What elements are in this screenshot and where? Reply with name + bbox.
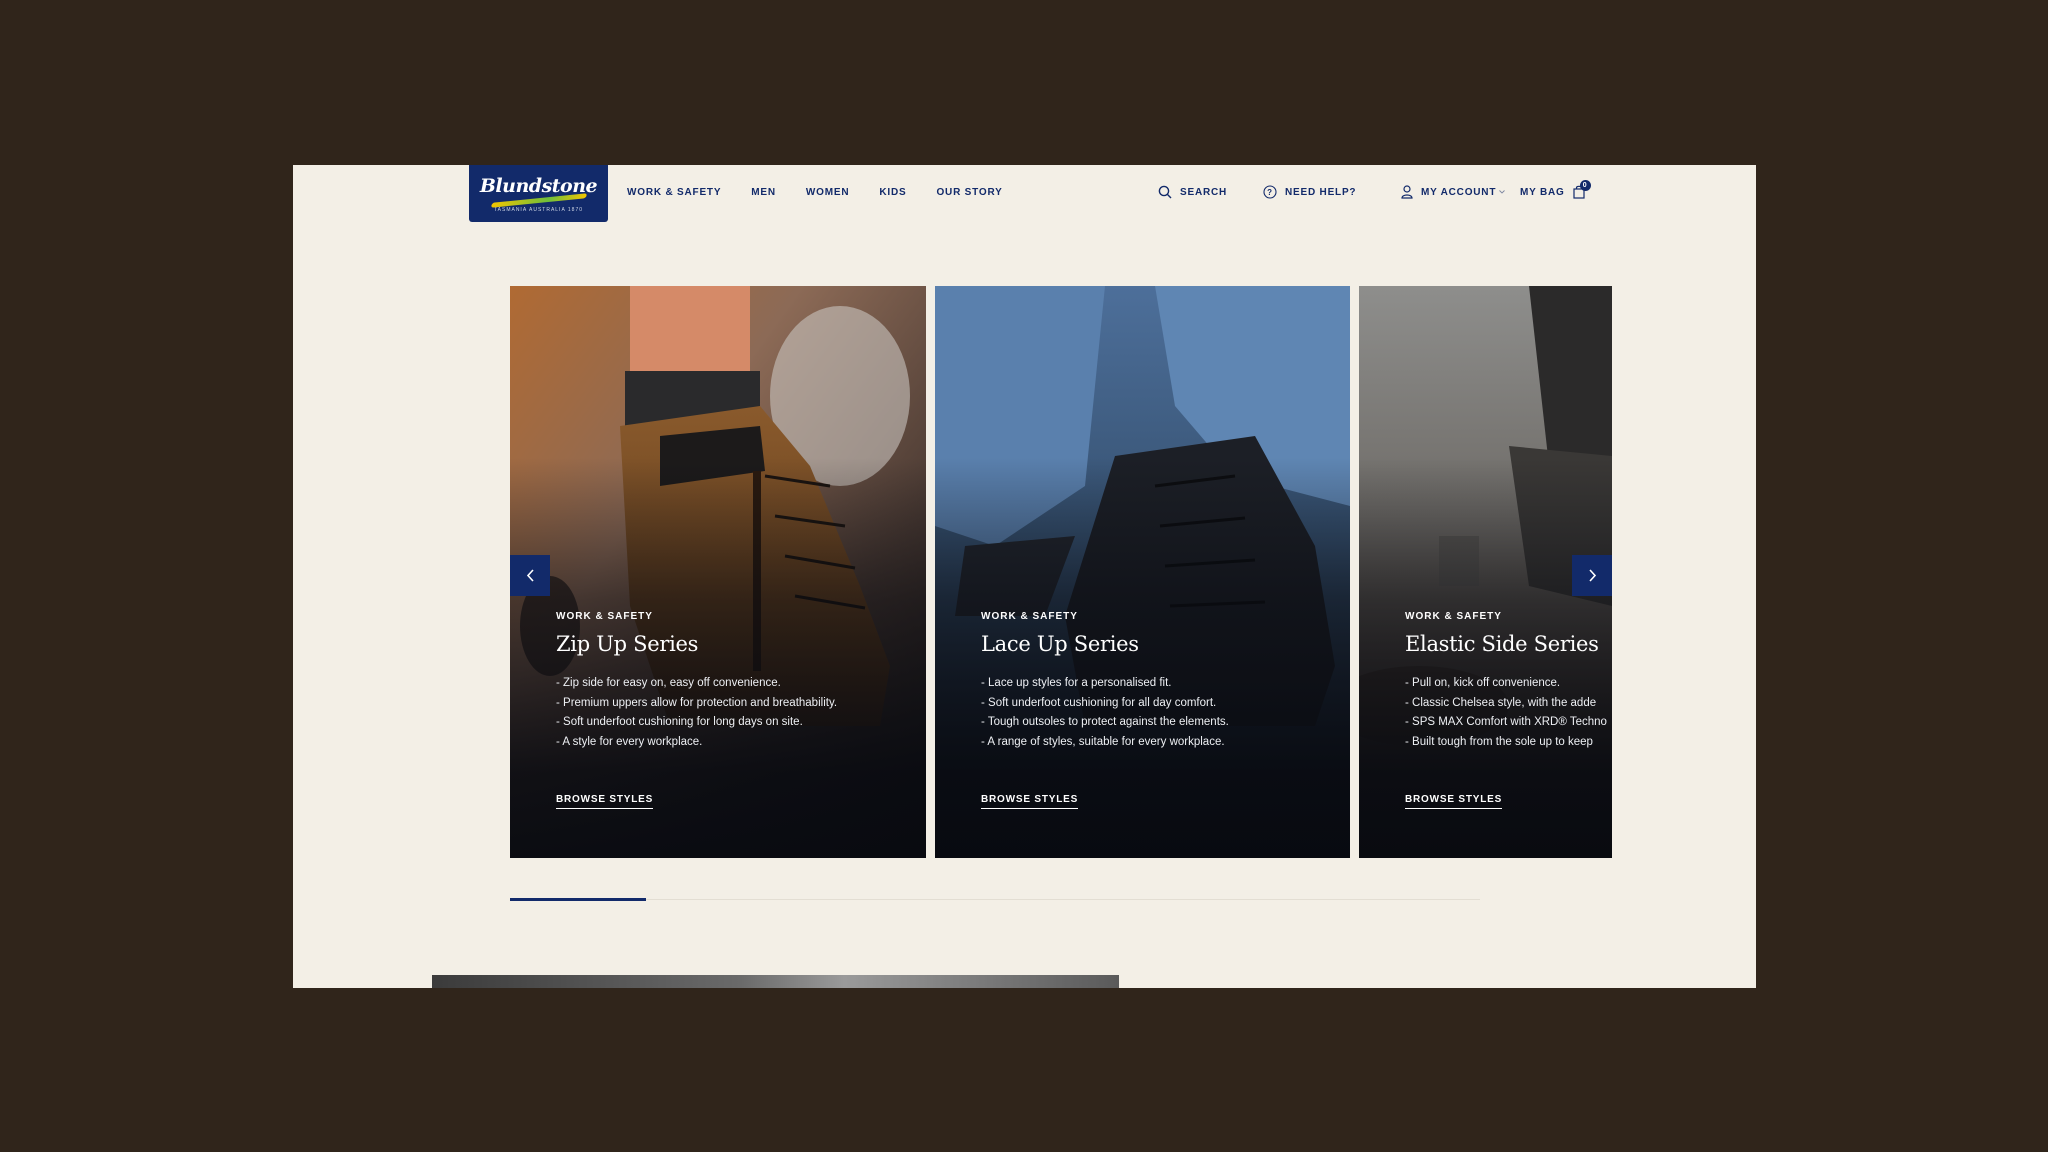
card-bullet: - Soft underfoot cushioning for long day…	[556, 716, 803, 728]
card-bullet: - Built tough from the sole up to keep	[1405, 735, 1593, 748]
carousel-card-lace-up[interactable]: WORK & SAFETY Lace Up Series - Lace up s…	[935, 286, 1350, 858]
card-gradient-overlay	[935, 286, 1350, 858]
card-text-block: WORK & SAFETY Zip Up Series - Zip side f…	[556, 611, 926, 752]
card-bullet: - SPS MAX Comfort with XRD® Techno	[1405, 716, 1607, 728]
carousel-progress-track[interactable]	[510, 898, 1480, 901]
user-icon	[1401, 185, 1413, 199]
card-text-block: WORK & SAFETY Lace Up Series - Lace up s…	[981, 611, 1350, 752]
browse-styles-link[interactable]: BROWSE STYLES	[981, 794, 1079, 809]
chevron-right-icon	[1588, 569, 1596, 582]
need-help-label: NEED HELP?	[1285, 186, 1357, 198]
card-bullet: - Premium uppers allow for protection an…	[556, 696, 838, 709]
carousel-card-zip-up[interactable]: WORK & SAFETY Zip Up Series - Zip side f…	[510, 286, 926, 858]
chevron-down-icon	[1499, 190, 1506, 194]
my-account-label: MY ACCOUNT	[1421, 186, 1497, 198]
card-bullets: - Lace up styles for a personalised fit.…	[981, 674, 1350, 752]
my-account-button[interactable]: MY ACCOUNT	[1401, 185, 1506, 199]
carousel-progress-fill	[510, 898, 646, 901]
card-bullet: - Pull on, kick off convenience.	[1405, 677, 1561, 689]
card-kicker: WORK & SAFETY	[981, 611, 1078, 622]
card-bullet: - Classic Chelsea style, with the adde	[1405, 696, 1597, 709]
search-icon	[1158, 185, 1172, 199]
card-title: Zip Up Series	[556, 632, 699, 656]
card-bullet: - Lace up styles for a personalised fit.	[981, 677, 1172, 689]
browse-styles-link[interactable]: BROWSE STYLES	[1405, 794, 1503, 809]
my-bag-button[interactable]: MY BAG 0	[1520, 180, 1591, 199]
browse-styles-link[interactable]: BROWSE STYLES	[556, 794, 654, 809]
carousel-prev-button[interactable]	[510, 555, 550, 596]
product-series-carousel[interactable]: WORK & SAFETY Zip Up Series - Zip side f…	[510, 286, 1612, 858]
carousel-next-button[interactable]	[1572, 555, 1612, 596]
search-label: SEARCH	[1180, 186, 1228, 198]
next-section-image	[432, 975, 1119, 988]
card-kicker: WORK & SAFETY	[1405, 611, 1502, 622]
browser-page: Blundstone Tasmania Australia 1870 WORK …	[293, 165, 1756, 988]
help-icon: ?	[1263, 185, 1277, 199]
logo-tagline: Tasmania Australia 1870	[493, 206, 584, 213]
svg-text:?: ?	[1267, 188, 1273, 197]
card-gradient-overlay	[510, 286, 926, 858]
need-help-button[interactable]: ? NEED HELP?	[1263, 185, 1356, 199]
card-text-block: WORK & SAFETY Elastic Side Series - Pull…	[1405, 611, 1612, 752]
card-bullet: - Soft underfoot cushioning for all day …	[981, 696, 1217, 709]
search-button[interactable]: SEARCH	[1158, 185, 1227, 199]
card-bullet: - A range of styles, suitable for every …	[981, 735, 1225, 748]
card-title: Lace Up Series	[981, 632, 1139, 656]
bag-icon-wrap: 0	[1573, 180, 1591, 199]
my-bag-label: MY BAG	[1520, 186, 1565, 198]
card-bullet: - Tough outsoles to protect against the …	[981, 716, 1229, 728]
card-bullet: - A style for every workplace.	[556, 735, 703, 748]
card-bullet: - Zip side for easy on, easy off conveni…	[556, 677, 781, 689]
card-kicker: WORK & SAFETY	[556, 611, 653, 622]
utility-nav: SEARCH ? NEED HELP? MY ACCOUNT MY BAG 0	[293, 180, 1756, 205]
card-title: Elastic Side Series	[1405, 632, 1599, 656]
card-bullets: - Zip side for easy on, easy off conveni…	[556, 674, 926, 752]
card-bullets: - Pull on, kick off convenience. - Class…	[1405, 674, 1612, 752]
chevron-left-icon	[526, 569, 534, 582]
bag-count-badge: 0	[1579, 180, 1591, 191]
